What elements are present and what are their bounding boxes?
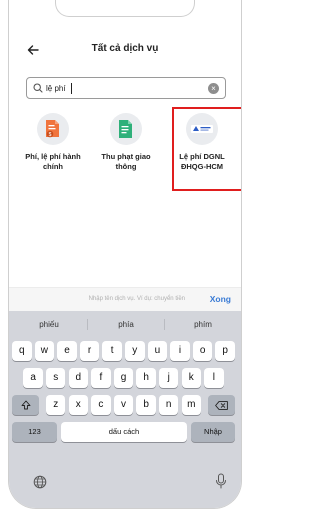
suggestion-item[interactable]: phiếu [11, 320, 87, 329]
shift-key[interactable] [12, 395, 39, 415]
suggestion-item[interactable]: phím [165, 320, 241, 329]
key-b[interactable]: b [136, 395, 156, 415]
suggestion-item[interactable]: phía [88, 320, 164, 329]
key-f[interactable]: f [91, 368, 111, 388]
globe-icon[interactable] [33, 475, 47, 489]
input-accessory-bar: Nhập tên dịch vụ. Ví dụ: chuyển tiền Xon… [9, 287, 241, 311]
service-item-admin-fee[interactable]: $ Phí, lệ phí hành chính [15, 113, 91, 172]
return-key[interactable]: Nhập [191, 422, 235, 442]
text-caret [71, 83, 72, 94]
service-item-traffic-fine[interactable]: Thu phạt giao thông [88, 113, 164, 172]
key-c[interactable]: c [91, 395, 111, 415]
traffic-fine-document-icon [119, 120, 132, 138]
numbers-key[interactable]: 123 [12, 422, 57, 442]
key-m[interactable]: m [181, 395, 202, 415]
document-fee-icon: $ [46, 120, 59, 138]
key-l[interactable]: l [204, 368, 224, 388]
key-p[interactable]: p [215, 341, 235, 361]
close-icon: × [211, 84, 216, 93]
search-hint: Nhập tên dịch vụ. Ví dụ: chuyển tiền [88, 296, 185, 302]
key-d[interactable]: d [68, 368, 89, 388]
page-title: Tất cả dịch vụ [91, 43, 159, 54]
key-w[interactable]: w [34, 341, 55, 361]
done-button[interactable]: Xong [210, 294, 231, 304]
key-j[interactable]: j [158, 368, 179, 388]
header: Tất cả dịch vụ [9, 38, 241, 62]
phone-frame: Tất cả dịch vụ × $ [8, 0, 242, 509]
search-icon [33, 83, 43, 93]
key-h[interactable]: h [136, 368, 156, 388]
search-input[interactable] [46, 80, 196, 96]
delete-key[interactable] [208, 395, 235, 415]
suggestion-bar: phiếu phía phím [9, 311, 241, 337]
key-n[interactable]: n [158, 395, 179, 415]
key-t[interactable]: t [102, 341, 122, 361]
key-v[interactable]: v [113, 395, 134, 415]
service-icon-container: $ [37, 113, 69, 145]
key-i[interactable]: i [170, 341, 190, 361]
search-box[interactable]: × [26, 77, 226, 99]
key-u[interactable]: u [147, 341, 168, 361]
key-a[interactable]: a [23, 368, 43, 388]
key-s[interactable]: s [45, 368, 66, 388]
backspace-icon [215, 400, 228, 410]
key-e[interactable]: e [57, 341, 77, 361]
shift-icon [21, 400, 30, 410]
service-label: Phí, lệ phí hành chính [25, 152, 81, 171]
key-o[interactable]: o [192, 341, 213, 361]
space-key[interactable]: dấu cách [61, 422, 187, 442]
keyboard: phiếu phía phím q w e r t y u i o p a s … [9, 311, 241, 508]
key-g[interactable]: g [113, 368, 134, 388]
svg-text:$: $ [49, 132, 52, 138]
service-label: Thu phạt giao thông [101, 152, 151, 171]
key-x[interactable]: x [68, 395, 89, 415]
phone-notch [55, 0, 195, 17]
key-q[interactable]: q [12, 341, 32, 361]
clear-search-button[interactable]: × [208, 83, 219, 94]
key-k[interactable]: k [181, 368, 202, 388]
service-icon-container [110, 113, 142, 145]
microphone-icon[interactable] [215, 473, 227, 489]
key-r[interactable]: r [79, 341, 100, 361]
highlight-box [172, 107, 241, 191]
key-z[interactable]: z [45, 395, 66, 415]
key-y[interactable]: y [125, 341, 145, 361]
